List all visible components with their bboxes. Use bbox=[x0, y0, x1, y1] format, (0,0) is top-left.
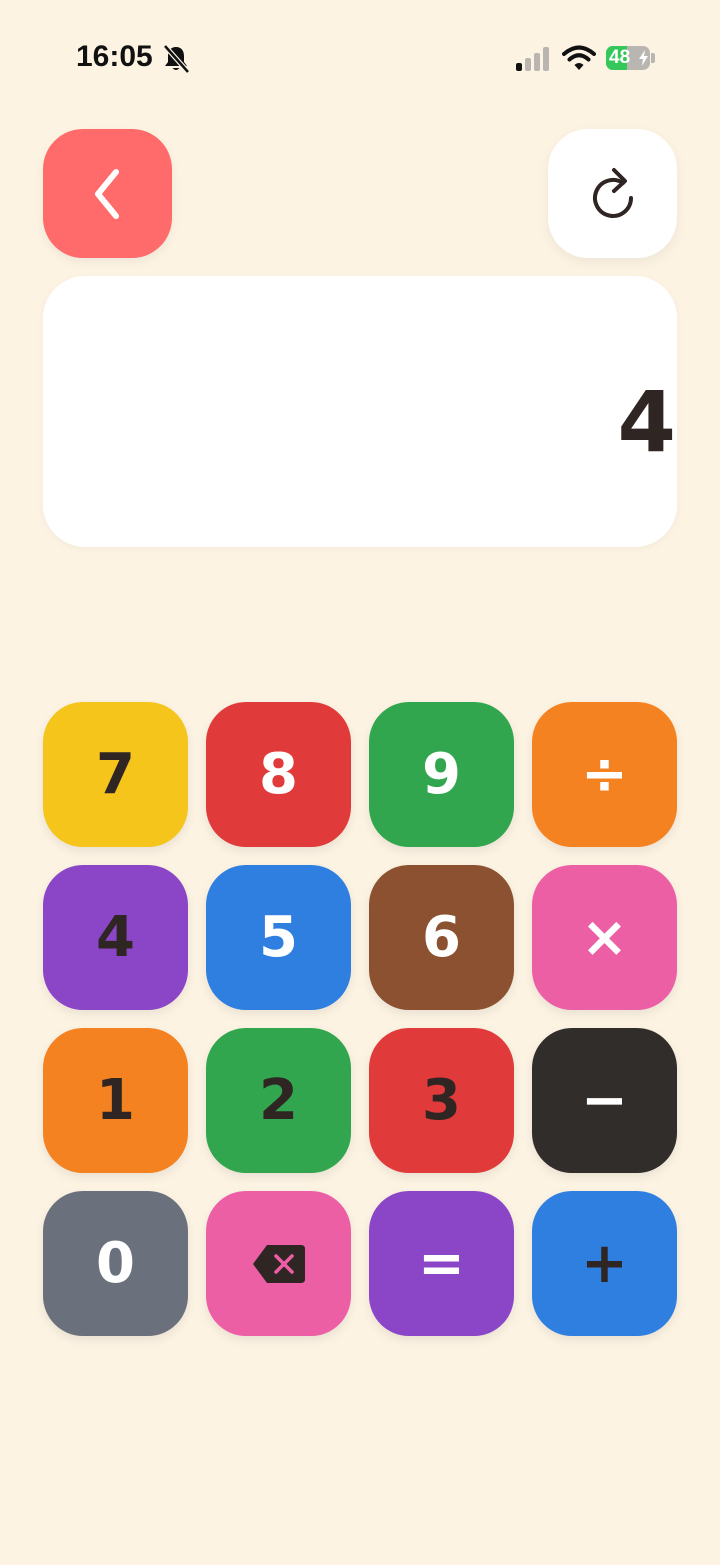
key-add[interactable]: + bbox=[532, 1191, 677, 1336]
key-label: × bbox=[581, 904, 628, 970]
key-label: 9 bbox=[422, 741, 461, 807]
key-3[interactable]: 3 bbox=[369, 1028, 514, 1173]
key-label: − bbox=[581, 1067, 628, 1133]
key-2[interactable]: 2 bbox=[206, 1028, 351, 1173]
key-divide[interactable]: ÷ bbox=[532, 702, 677, 847]
refresh-icon bbox=[592, 167, 633, 218]
key-label: 3 bbox=[422, 1067, 461, 1133]
bell-muted-icon bbox=[163, 44, 190, 74]
key-label: 4 bbox=[96, 904, 135, 970]
key-backspace[interactable] bbox=[206, 1191, 351, 1336]
key-label: 5 bbox=[259, 904, 298, 970]
key-5[interactable]: 5 bbox=[206, 865, 351, 1010]
key-equals[interactable]: = bbox=[369, 1191, 514, 1336]
key-6[interactable]: 6 bbox=[369, 865, 514, 1010]
result-display bbox=[43, 276, 677, 547]
status-time: 16:05 bbox=[76, 40, 153, 73]
key-7[interactable]: 7 bbox=[43, 702, 188, 847]
key-label: ÷ bbox=[581, 741, 628, 807]
key-0[interactable]: 0 bbox=[43, 1191, 188, 1336]
display-value: 4 bbox=[617, 373, 676, 471]
wifi-icon bbox=[562, 45, 596, 70]
key-label: 2 bbox=[259, 1067, 298, 1133]
back-button[interactable] bbox=[43, 129, 172, 258]
status-bar: 16:05 48 bbox=[0, 0, 720, 118]
key-subtract[interactable]: − bbox=[532, 1028, 677, 1173]
battery-charging-icon: 48 bbox=[606, 46, 650, 70]
backspace-icon bbox=[252, 1244, 305, 1283]
key-1[interactable]: 1 bbox=[43, 1028, 188, 1173]
key-8[interactable]: 8 bbox=[206, 702, 351, 847]
key-label: + bbox=[581, 1230, 628, 1296]
key-label: 0 bbox=[96, 1230, 135, 1296]
battery-cap bbox=[651, 53, 655, 63]
chevron-left-icon bbox=[94, 168, 119, 219]
key-4[interactable]: 4 bbox=[43, 865, 188, 1010]
charging-bolt-icon bbox=[639, 50, 648, 66]
reset-button[interactable] bbox=[548, 129, 677, 258]
key-label: 1 bbox=[96, 1067, 135, 1133]
key-multiply[interactable]: × bbox=[532, 865, 677, 1010]
key-label: 6 bbox=[422, 904, 461, 970]
cellular-signal-icon bbox=[516, 47, 549, 71]
key-label: = bbox=[418, 1230, 465, 1296]
key-9[interactable]: 9 bbox=[369, 702, 514, 847]
key-label: 8 bbox=[259, 741, 298, 807]
key-label: 7 bbox=[96, 741, 135, 807]
